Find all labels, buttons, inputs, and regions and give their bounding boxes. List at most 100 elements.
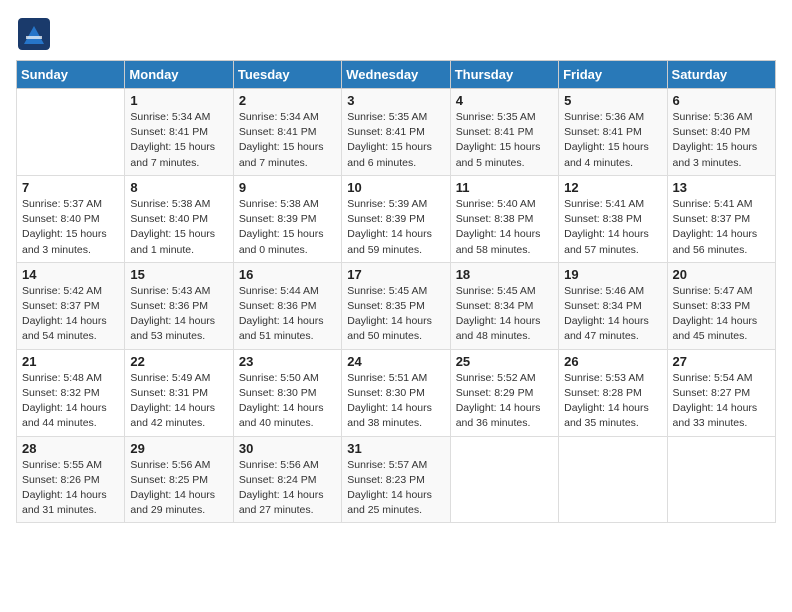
day-info: Sunrise: 5:45 AM Sunset: 8:35 PM Dayligh… (347, 284, 444, 345)
calendar-week-row: 28 Sunrise: 5:55 AM Sunset: 8:26 PM Dayli… (17, 436, 776, 523)
day-info: Sunrise: 5:37 AM Sunset: 8:40 PM Dayligh… (22, 197, 119, 258)
day-info: Sunrise: 5:39 AM Sunset: 8:39 PM Dayligh… (347, 197, 444, 258)
calendar-cell: 23 Sunrise: 5:50 AM Sunset: 8:30 PM Dayli… (233, 349, 341, 436)
day-number: 31 (347, 441, 444, 456)
column-header-thursday: Thursday (450, 61, 558, 89)
day-number: 17 (347, 267, 444, 282)
day-number: 8 (130, 180, 227, 195)
day-number: 14 (22, 267, 119, 282)
day-info: Sunrise: 5:43 AM Sunset: 8:36 PM Dayligh… (130, 284, 227, 345)
calendar-cell: 16Sunrise: 5:44 AM Sunset: 8:36 PM Dayli… (233, 262, 341, 349)
day-info: Sunrise: 5:34 AM Sunset: 8:41 PM Dayligh… (239, 110, 336, 171)
calendar-cell (559, 436, 667, 523)
day-number: 30 (239, 441, 336, 456)
calendar-cell: 12 Sunrise: 5:41 AM Sunset: 8:38 PM Dayli… (559, 175, 667, 262)
calendar-header-row: SundayMondayTuesdayWednesdayThursdayFrid… (17, 61, 776, 89)
calendar-cell: 11 Sunrise: 5:40 AM Sunset: 8:38 PM Dayli… (450, 175, 558, 262)
column-header-monday: Monday (125, 61, 233, 89)
day-info: Sunrise: 5:35 AM Sunset: 8:41 PM Dayligh… (456, 110, 553, 171)
calendar-cell: 19 Sunrise: 5:46 AM Sunset: 8:34 PM Dayli… (559, 262, 667, 349)
day-number: 13 (673, 180, 770, 195)
day-number: 9 (239, 180, 336, 195)
column-header-wednesday: Wednesday (342, 61, 450, 89)
calendar-cell: 7Sunrise: 5:37 AM Sunset: 8:40 PM Daylig… (17, 175, 125, 262)
day-info: Sunrise: 5:36 AM Sunset: 8:41 PM Dayligh… (564, 110, 661, 171)
calendar-cell: 2 Sunrise: 5:34 AM Sunset: 8:41 PM Daylig… (233, 89, 341, 176)
column-header-saturday: Saturday (667, 61, 775, 89)
day-info: Sunrise: 5:38 AM Sunset: 8:39 PM Dayligh… (239, 197, 336, 258)
calendar-cell: 9 Sunrise: 5:38 AM Sunset: 8:39 PM Daylig… (233, 175, 341, 262)
day-number: 5 (564, 93, 661, 108)
calendar-week-row: 21Sunrise: 5:48 AM Sunset: 8:32 PM Dayli… (17, 349, 776, 436)
day-number: 27 (673, 354, 770, 369)
calendar-cell: 13Sunrise: 5:41 AM Sunset: 8:37 PM Dayli… (667, 175, 775, 262)
calendar-cell: 25 Sunrise: 5:52 AM Sunset: 8:29 PM Dayli… (450, 349, 558, 436)
day-info: Sunrise: 5:50 AM Sunset: 8:30 PM Dayligh… (239, 371, 336, 432)
day-info: Sunrise: 5:55 AM Sunset: 8:26 PM Dayligh… (22, 458, 119, 519)
day-info: Sunrise: 5:51 AM Sunset: 8:30 PM Dayligh… (347, 371, 444, 432)
calendar-cell: 4Sunrise: 5:35 AM Sunset: 8:41 PM Daylig… (450, 89, 558, 176)
day-number: 21 (22, 354, 119, 369)
day-number: 6 (673, 93, 770, 108)
day-info: Sunrise: 5:56 AM Sunset: 8:24 PM Dayligh… (239, 458, 336, 519)
day-number: 22 (130, 354, 227, 369)
day-info: Sunrise: 5:41 AM Sunset: 8:38 PM Dayligh… (564, 197, 661, 258)
calendar-cell: 28 Sunrise: 5:55 AM Sunset: 8:26 PM Dayli… (17, 436, 125, 523)
day-number: 25 (456, 354, 553, 369)
calendar-cell: 17 Sunrise: 5:45 AM Sunset: 8:35 PM Dayli… (342, 262, 450, 349)
day-info: Sunrise: 5:46 AM Sunset: 8:34 PM Dayligh… (564, 284, 661, 345)
day-info: Sunrise: 5:38 AM Sunset: 8:40 PM Dayligh… (130, 197, 227, 258)
day-info: Sunrise: 5:47 AM Sunset: 8:33 PM Dayligh… (673, 284, 770, 345)
day-number: 10 (347, 180, 444, 195)
column-header-tuesday: Tuesday (233, 61, 341, 89)
day-info: Sunrise: 5:42 AM Sunset: 8:37 PM Dayligh… (22, 284, 119, 345)
day-info: Sunrise: 5:36 AM Sunset: 8:40 PM Dayligh… (673, 110, 770, 171)
calendar-cell (17, 89, 125, 176)
day-info: Sunrise: 5:40 AM Sunset: 8:38 PM Dayligh… (456, 197, 553, 258)
day-number: 18 (456, 267, 553, 282)
calendar-cell: 6 Sunrise: 5:36 AM Sunset: 8:40 PM Daylig… (667, 89, 775, 176)
calendar-week-row: 7Sunrise: 5:37 AM Sunset: 8:40 PM Daylig… (17, 175, 776, 262)
calendar-cell: 5 Sunrise: 5:36 AM Sunset: 8:41 PM Daylig… (559, 89, 667, 176)
calendar-cell (450, 436, 558, 523)
day-number: 23 (239, 354, 336, 369)
day-number: 15 (130, 267, 227, 282)
calendar-cell (667, 436, 775, 523)
calendar-cell: 3 Sunrise: 5:35 AM Sunset: 8:41 PM Daylig… (342, 89, 450, 176)
day-info: Sunrise: 5:54 AM Sunset: 8:27 PM Dayligh… (673, 371, 770, 432)
day-info: Sunrise: 5:57 AM Sunset: 8:23 PM Dayligh… (347, 458, 444, 519)
day-info: Sunrise: 5:45 AM Sunset: 8:34 PM Dayligh… (456, 284, 553, 345)
logo (16, 16, 54, 52)
day-info: Sunrise: 5:44 AM Sunset: 8:36 PM Dayligh… (239, 284, 336, 345)
day-number: 2 (239, 93, 336, 108)
calendar-cell: 22 Sunrise: 5:49 AM Sunset: 8:31 PM Dayli… (125, 349, 233, 436)
calendar-cell: 30 Sunrise: 5:56 AM Sunset: 8:24 PM Dayli… (233, 436, 341, 523)
calendar-cell: 26Sunrise: 5:53 AM Sunset: 8:28 PM Dayli… (559, 349, 667, 436)
calendar-cell: 31 Sunrise: 5:57 AM Sunset: 8:23 PM Dayli… (342, 436, 450, 523)
page-header (16, 16, 776, 52)
day-number: 3 (347, 93, 444, 108)
calendar-table: SundayMondayTuesdayWednesdayThursdayFrid… (16, 60, 776, 523)
day-info: Sunrise: 5:35 AM Sunset: 8:41 PM Dayligh… (347, 110, 444, 171)
calendar-week-row: 1 Sunrise: 5:34 AM Sunset: 8:41 PM Daylig… (17, 89, 776, 176)
day-number: 12 (564, 180, 661, 195)
calendar-cell: 21Sunrise: 5:48 AM Sunset: 8:32 PM Dayli… (17, 349, 125, 436)
day-info: Sunrise: 5:34 AM Sunset: 8:41 PM Dayligh… (130, 110, 227, 171)
day-number: 20 (673, 267, 770, 282)
day-number: 1 (130, 93, 227, 108)
calendar-week-row: 14 Sunrise: 5:42 AM Sunset: 8:37 PM Dayli… (17, 262, 776, 349)
calendar-cell: 8 Sunrise: 5:38 AM Sunset: 8:40 PM Daylig… (125, 175, 233, 262)
day-info: Sunrise: 5:56 AM Sunset: 8:25 PM Dayligh… (130, 458, 227, 519)
calendar-cell: 15 Sunrise: 5:43 AM Sunset: 8:36 PM Dayli… (125, 262, 233, 349)
calendar-cell: 24 Sunrise: 5:51 AM Sunset: 8:30 PM Dayli… (342, 349, 450, 436)
column-header-friday: Friday (559, 61, 667, 89)
day-number: 28 (22, 441, 119, 456)
day-info: Sunrise: 5:52 AM Sunset: 8:29 PM Dayligh… (456, 371, 553, 432)
day-number: 24 (347, 354, 444, 369)
day-number: 19 (564, 267, 661, 282)
day-info: Sunrise: 5:49 AM Sunset: 8:31 PM Dayligh… (130, 371, 227, 432)
day-number: 11 (456, 180, 553, 195)
day-number: 26 (564, 354, 661, 369)
calendar-cell: 14 Sunrise: 5:42 AM Sunset: 8:37 PM Dayli… (17, 262, 125, 349)
logo-icon (16, 16, 52, 52)
